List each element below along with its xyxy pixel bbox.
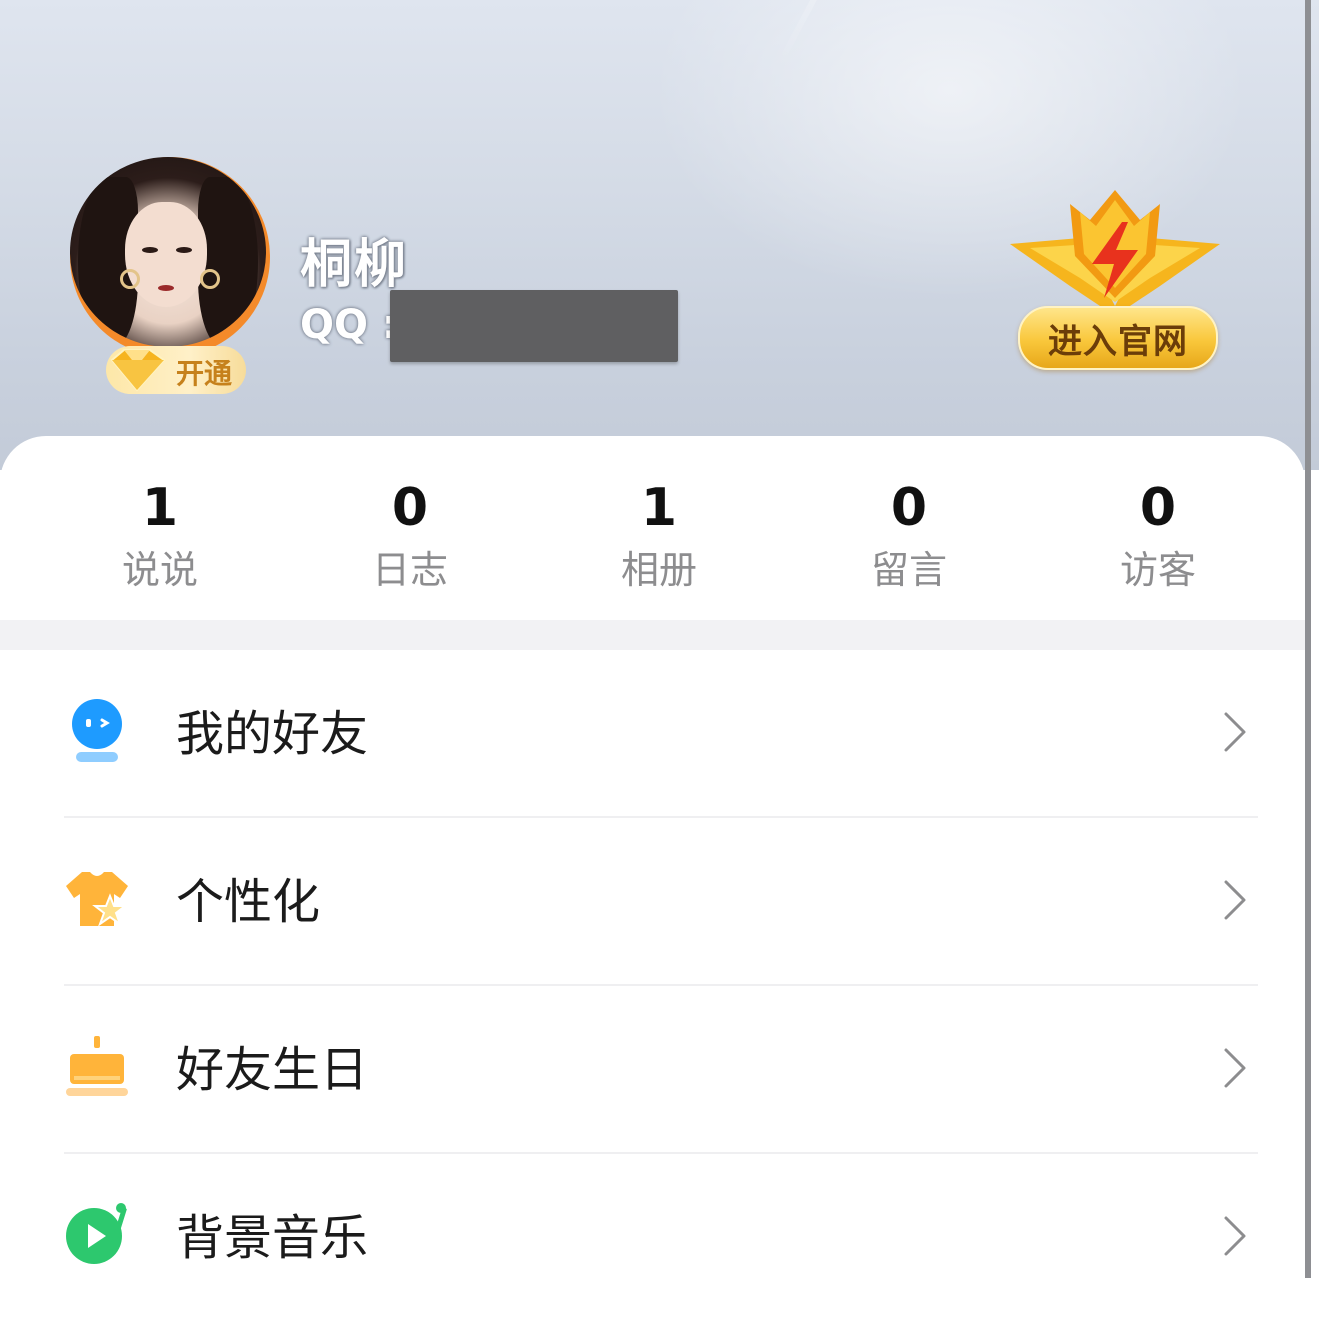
stat-label: 留言 [870, 548, 947, 592]
friends-icon [72, 699, 122, 762]
menu-label: 个性化 [176, 874, 321, 930]
stat-value: 1 [141, 478, 179, 538]
diamond-icon [110, 349, 166, 392]
menu-label: 我的好友 [176, 706, 369, 762]
stat-value: 0 [890, 478, 928, 538]
stat-label: 访客 [1119, 548, 1196, 592]
stat-label: 说说 [121, 548, 198, 592]
qq-number-redacted [390, 290, 678, 362]
chevron-right-icon [1224, 1216, 1246, 1256]
stat-shuoshuo[interactable]: 1 说说 [60, 436, 260, 594]
menu-label: 背景音乐 [176, 1210, 369, 1266]
chevron-right-icon [1224, 880, 1246, 920]
stat-label: 日志 [371, 548, 448, 592]
chevron-right-icon [1224, 1048, 1246, 1088]
stat-label: 相册 [620, 548, 697, 592]
stat-messages[interactable]: 0 留言 [809, 436, 1009, 594]
chevron-right-icon [1224, 712, 1246, 752]
profile-name: 桐柳 [300, 235, 409, 295]
lightning-crown-icon [1010, 190, 1220, 316]
section-divider [0, 620, 1305, 650]
enter-official-site-label: 进入官网 [1048, 321, 1188, 362]
stat-value: 1 [640, 478, 678, 538]
avatar-image [70, 157, 266, 347]
stat-visitors[interactable]: 0 访客 [1058, 436, 1258, 594]
stat-value: 0 [1139, 478, 1177, 538]
stat-blog[interactable]: 0 日志 [310, 436, 510, 594]
birthday-cake-icon [66, 1036, 128, 1096]
vip-open-badge[interactable]: 开通 [106, 346, 246, 394]
stat-value: 0 [391, 478, 429, 538]
official-site-badge[interactable]: 进入官网 [1010, 186, 1220, 376]
qq-label: QQ : [300, 302, 398, 348]
avatar[interactable] [70, 157, 270, 357]
vip-badge-label: 开通 [176, 357, 233, 390]
menu-label: 好友生日 [176, 1042, 369, 1098]
window-edge [1305, 0, 1311, 1278]
enter-official-site-button[interactable]: 进入官网 [1018, 306, 1218, 370]
menu-item-friend-birthdays[interactable]: 好友生日 [0, 986, 1305, 1154]
menu-item-background-music[interactable]: 背景音乐 [0, 1154, 1305, 1322]
stat-album[interactable]: 1 相册 [559, 436, 759, 594]
stats-card: 1 说说 0 日志 1 相册 0 留言 0 访客 [0, 436, 1305, 620]
tshirt-star-icon [66, 872, 128, 927]
music-play-icon [66, 1203, 127, 1264]
menu-item-personalization[interactable]: 个性化 [0, 818, 1305, 986]
menu-item-my-friends[interactable]: 我的好友 [0, 650, 1305, 818]
